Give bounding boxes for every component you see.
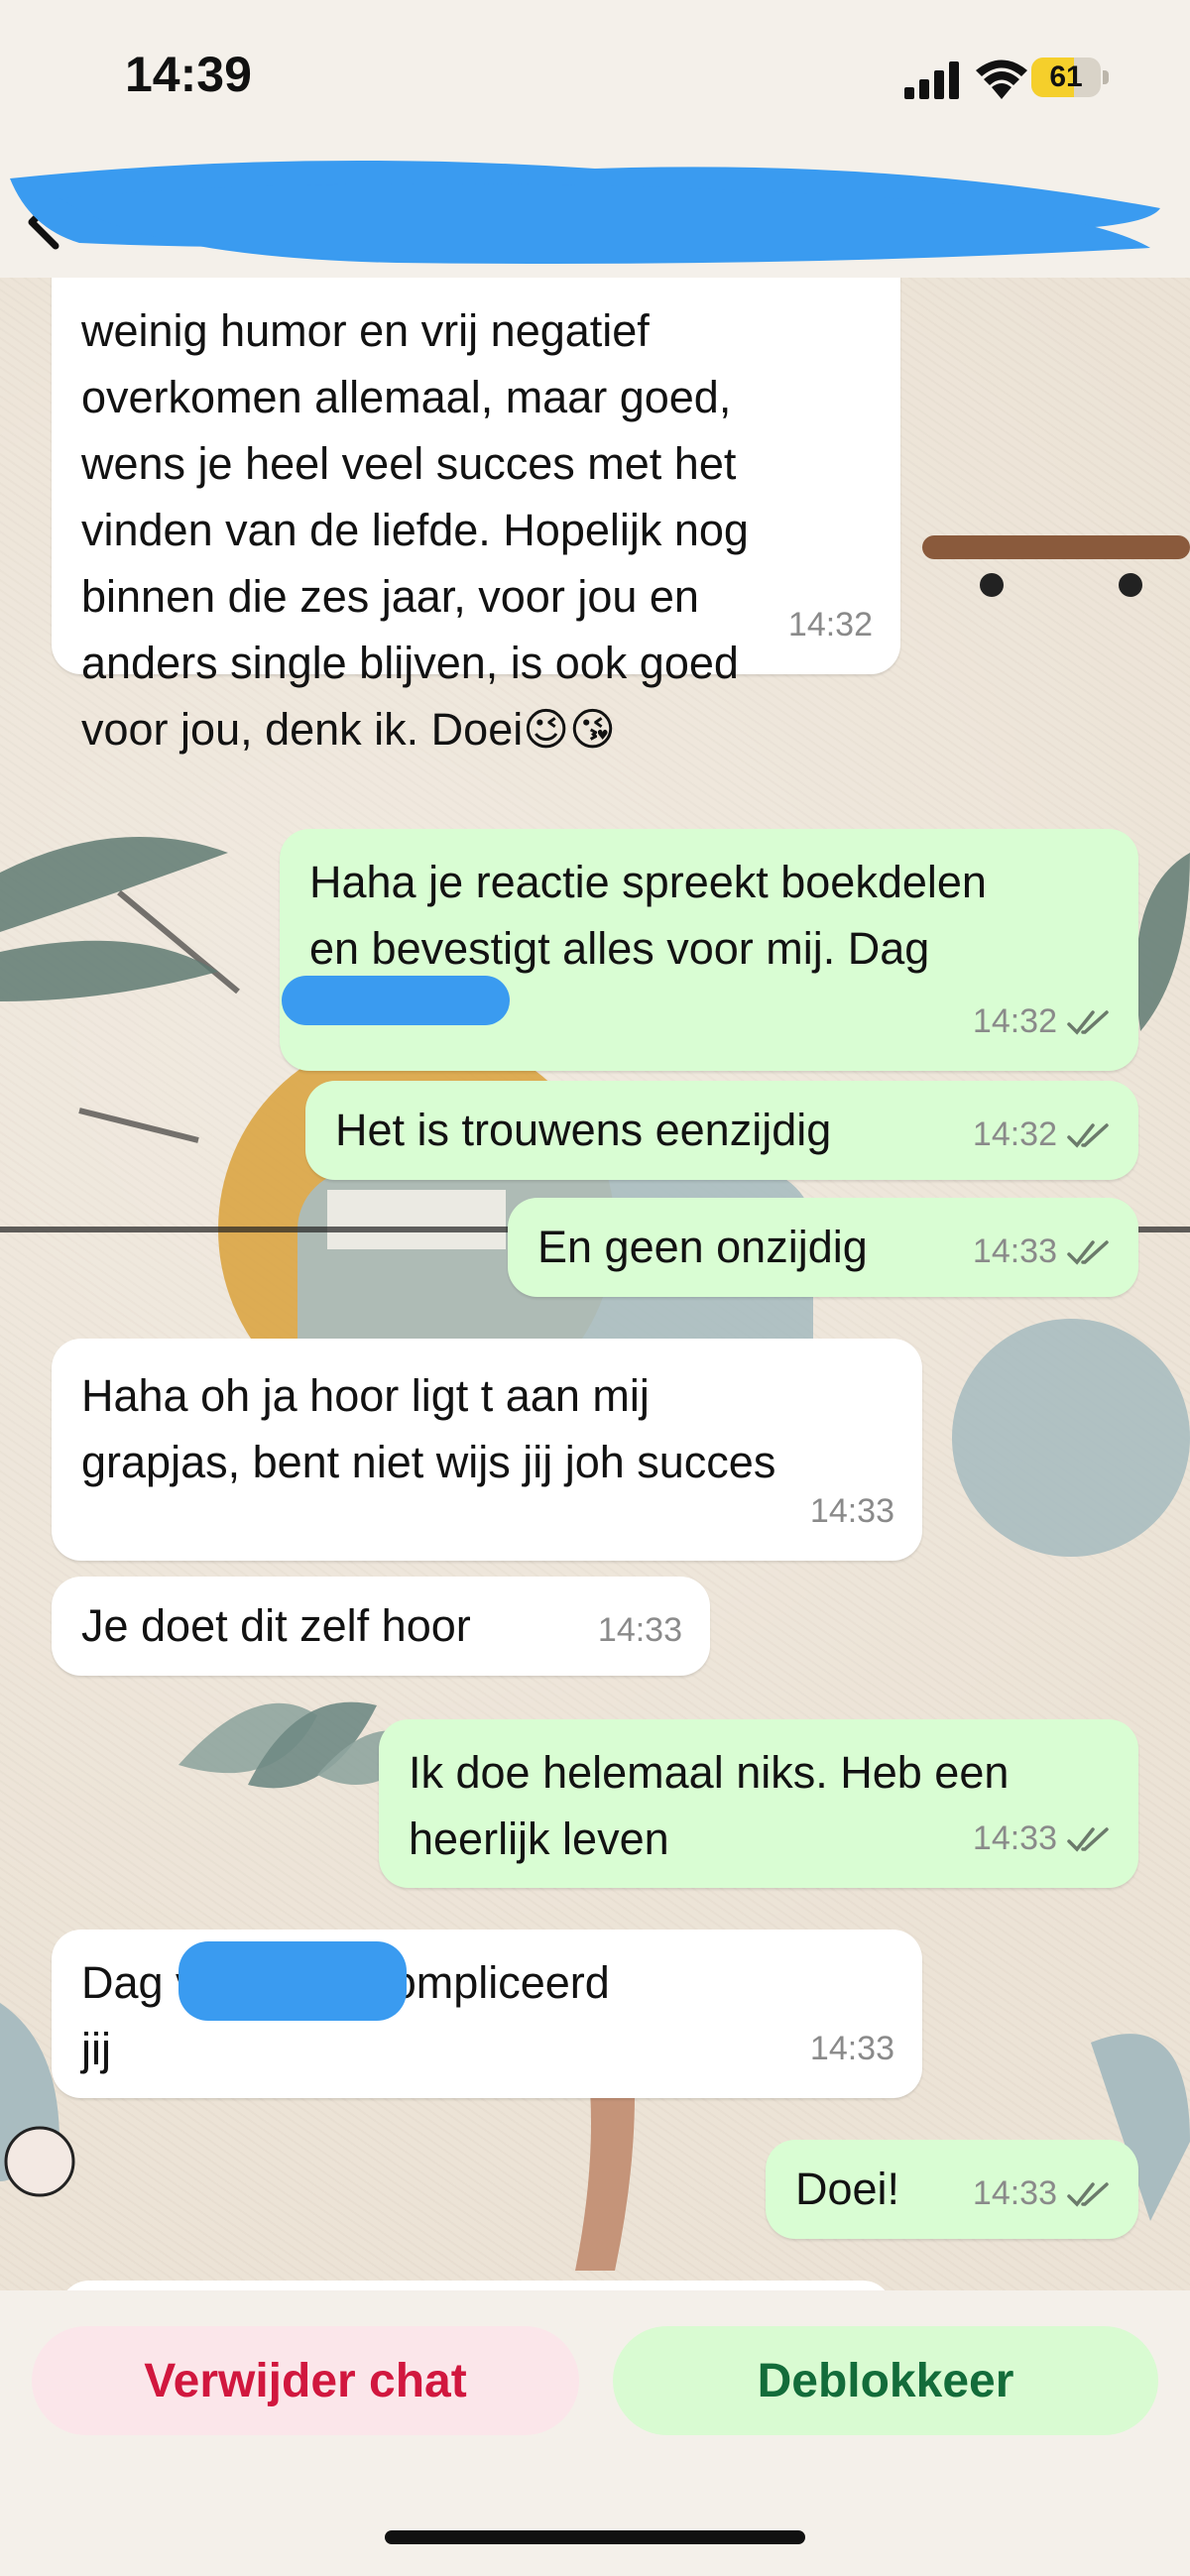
message-outgoing[interactable]: Het is trouwens eenzijdig 14:32 <box>305 1081 1138 1180</box>
message-text: Haha je reactie spreekt boekdelen en bev… <box>309 857 987 974</box>
message-time: 14:33 <box>809 2030 894 2067</box>
message-outgoing[interactable]: Doei! 14:33 <box>766 2140 1138 2239</box>
name-redaction <box>178 1941 407 2021</box>
message-text: weinig humor en vrij negatief overkomen … <box>81 305 749 755</box>
message-outgoing[interactable]: Ik doe helemaal niks. Heb een heerlijk l… <box>379 1719 1138 1888</box>
home-indicator[interactable] <box>385 2530 805 2544</box>
read-ticks-icon <box>1067 2181 1109 2207</box>
message-time: 14:33 <box>972 1819 1057 1857</box>
message-incoming-partial <box>60 2281 892 2290</box>
name-redaction <box>282 976 510 1025</box>
message-time: 14:32 <box>972 1115 1057 1153</box>
message-list[interactable]: weinig humor en vrij negatief overkomen … <box>0 278 1190 2290</box>
message-outgoing[interactable]: Haha je reactie spreekt boekdelen en bev… <box>280 829 1138 1071</box>
message-time: 14:32 <box>787 606 873 644</box>
message-time: 14:33 <box>809 1492 894 1530</box>
status-time: 14:39 <box>125 47 252 102</box>
unblock-button[interactable]: Deblokkeer <box>613 2326 1158 2435</box>
message-text: Je doet dit zelf hoor <box>81 1600 471 1651</box>
message-incoming[interactable]: Haha oh ja hoor ligt t aan mij grapjas, … <box>52 1339 922 1561</box>
chat-header <box>0 159 1190 278</box>
battery-icon: 61 <box>1031 58 1109 97</box>
read-ticks-icon <box>1067 1122 1109 1148</box>
signal-icon <box>904 61 959 99</box>
battery-level: 61 <box>1049 60 1083 93</box>
message-time: 14:33 <box>972 1232 1057 1270</box>
status-icons: 61 <box>811 56 1109 103</box>
message-text: Haha oh ja hoor ligt t aan mij grapjas, … <box>81 1370 776 1487</box>
status-bar: 14:39 61 <box>0 0 1190 159</box>
delete-chat-button[interactable]: Verwijder chat <box>32 2326 579 2435</box>
message-incoming[interactable]: Je doet dit zelf hoor 14:33 <box>52 1577 710 1676</box>
message-time: 14:33 <box>972 2174 1057 2212</box>
header-redaction <box>10 161 1160 264</box>
read-ticks-icon <box>1067 1239 1109 1265</box>
message-incoming[interactable]: Dag veel te gecompliceerd jij 14:33 <box>52 1930 922 2098</box>
read-ticks-icon <box>1067 1826 1109 1852</box>
read-ticks-icon <box>1067 1009 1109 1035</box>
message-time: 14:33 <box>597 1611 682 1649</box>
wifi-icon <box>976 59 1027 99</box>
blocked-contact-actions: Verwijder chat Deblokkeer <box>0 2290 1190 2576</box>
message-outgoing[interactable]: En geen onzijdig 14:33 <box>508 1198 1138 1297</box>
message-incoming[interactable]: weinig humor en vrij negatief overkomen … <box>52 278 900 755</box>
message-time: 14:32 <box>972 1002 1057 1040</box>
